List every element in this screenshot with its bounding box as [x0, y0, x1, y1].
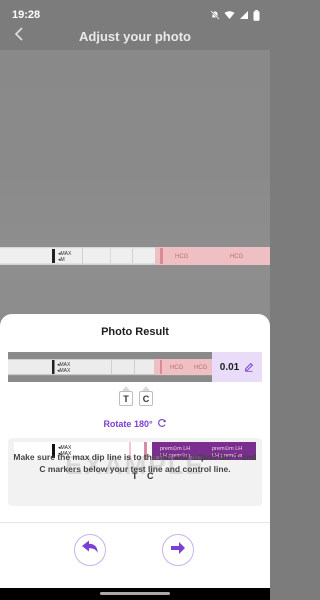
status-time: 19:28: [12, 9, 41, 21]
gesture-bar: [0, 588, 270, 600]
c-marker-handle[interactable]: C: [139, 386, 153, 414]
sheet-title: Photo Result: [101, 326, 169, 338]
t-marker-handle[interactable]: T: [119, 386, 133, 414]
arrow-back-icon: [81, 540, 99, 561]
page-title: Adjust your photo: [79, 28, 191, 44]
svg-text:◂M: ◂M: [58, 257, 65, 263]
t-marker-label: T: [119, 391, 133, 406]
c-marker-label: C: [139, 391, 153, 406]
photo-result-sheet: Photo Result ◂MAX ◂MAX HCG HCG 0.01 T C …: [0, 314, 270, 588]
rotate-icon: [157, 415, 167, 433]
photo-preview[interactable]: ◂MAX ◂M HCG HCG: [0, 50, 270, 340]
gesture-handle[interactable]: [100, 592, 170, 595]
svg-text:HCG: HCG: [170, 365, 184, 371]
result-row: ◂MAX ◂MAX HCG HCG 0.01: [8, 352, 262, 382]
wifi-icon: [224, 10, 235, 20]
test-strip-image: ◂MAX ◂M HCG HCG: [0, 247, 270, 265]
result-value: 0.01: [219, 361, 240, 373]
bell-off-icon: [210, 10, 220, 20]
strip-brand: HCG: [175, 254, 189, 260]
rotate-label: Rotate 180°: [103, 419, 153, 429]
svg-text:HCG: HCG: [194, 365, 208, 371]
result-value-box: 0.01: [212, 352, 262, 382]
signal-icon: [239, 10, 249, 20]
battery-icon: [253, 9, 260, 21]
back-button[interactable]: [10, 24, 28, 48]
svg-text:◂MAX: ◂MAX: [57, 368, 71, 374]
next-button[interactable]: [162, 534, 194, 566]
status-icons: [210, 9, 260, 21]
chevron-left-icon: [14, 26, 24, 46]
rotate-button[interactable]: Rotate 180°: [0, 416, 270, 432]
header: Adjust your photo: [0, 24, 270, 48]
cropped-strip-image: ◂MAX ◂MAX HCG HCG: [8, 352, 212, 382]
svg-text:HCG: HCG: [230, 254, 244, 260]
instructions-text: Make sure the max dip line is to the lef…: [13, 452, 257, 474]
edit-icon[interactable]: [244, 362, 254, 372]
divider: [0, 522, 270, 523]
arrow-right-icon: [170, 541, 186, 560]
previous-button[interactable]: [74, 534, 106, 566]
